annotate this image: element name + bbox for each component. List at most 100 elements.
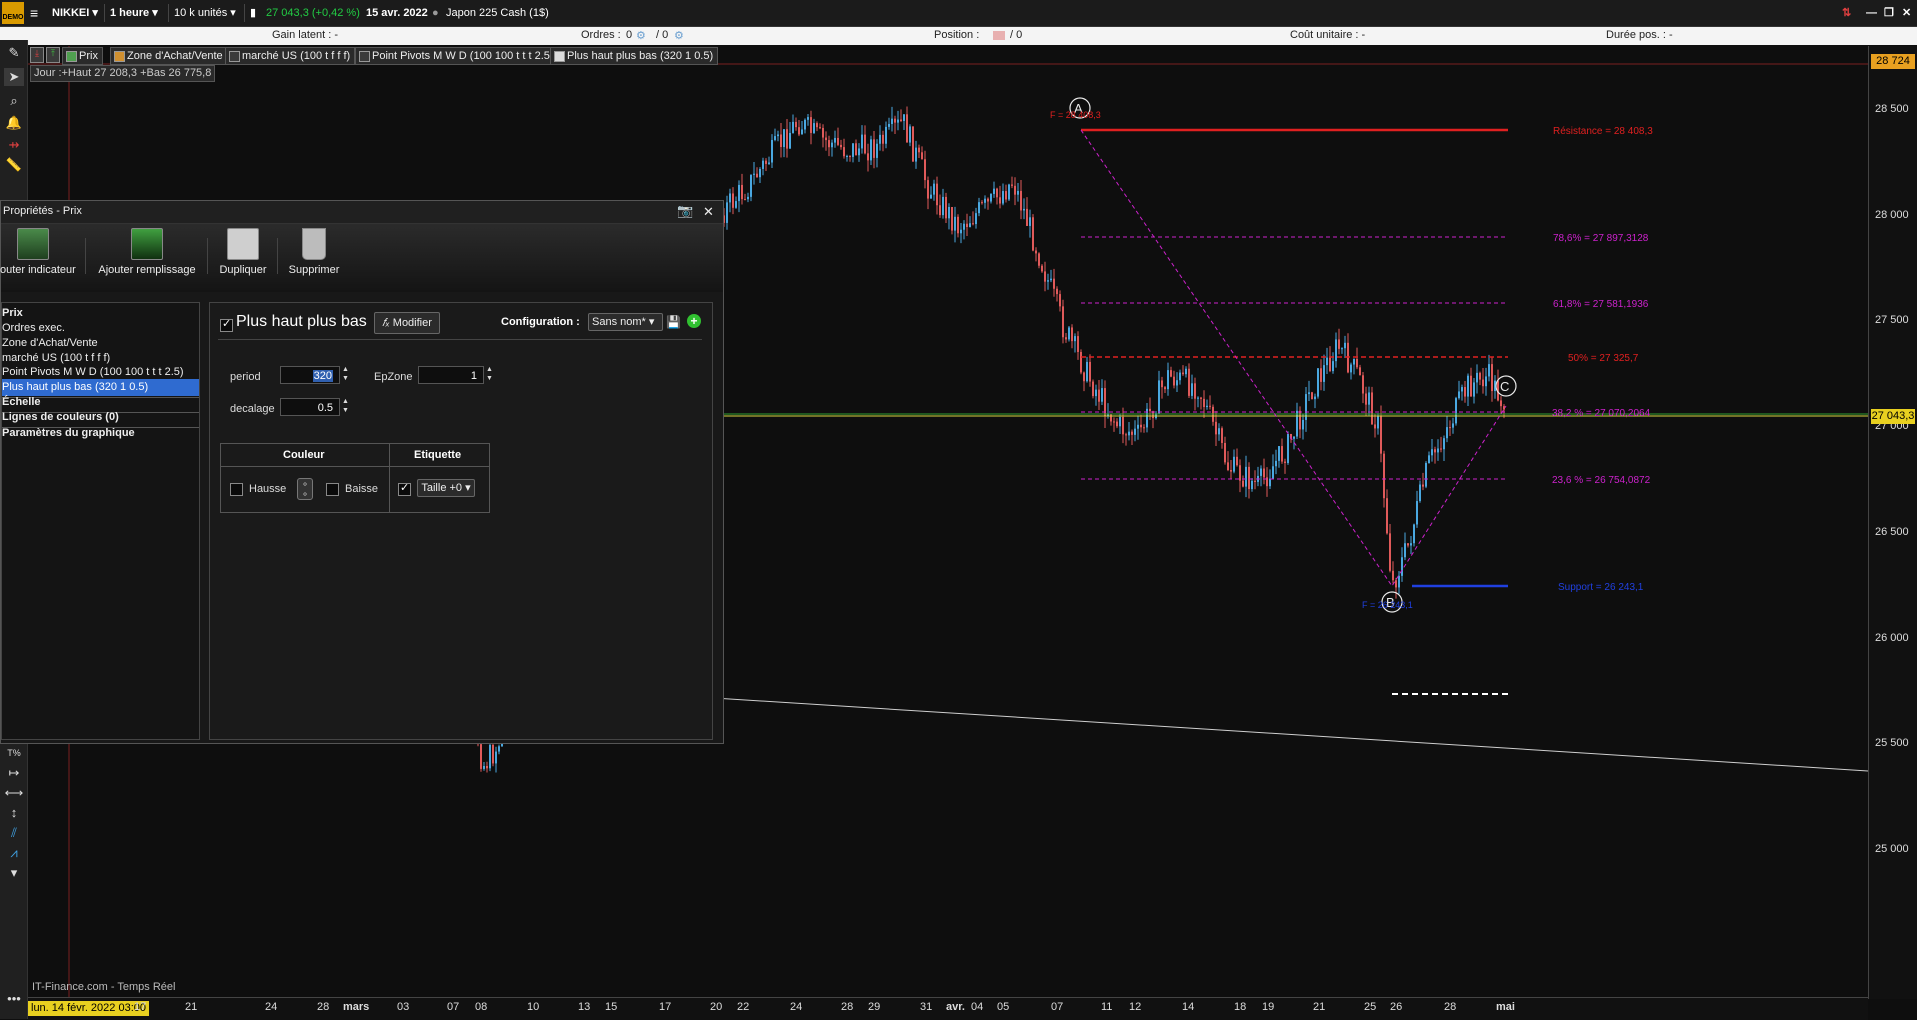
decalage-value: 0.5 <box>317 402 333 414</box>
symbol-selector[interactable]: NIKKEI ▾ <box>52 3 98 23</box>
percent-icon[interactable]: T% <box>4 744 24 762</box>
candle-body <box>999 197 1001 204</box>
label-size-dropdown[interactable]: Taille +0 ▾ <box>417 479 475 497</box>
date-axis[interactable]: lun. 14 févr. 2022 03:00 17 21 24 28 mars 03 0… <box>28 997 1868 1020</box>
vertical-line-icon[interactable]: ↕ <box>4 804 24 822</box>
candle-body <box>1029 217 1031 226</box>
candle-body <box>960 229 962 234</box>
tab-prix[interactable]: Prix <box>62 47 103 65</box>
indicator-enabled-checkbox[interactable] <box>220 317 233 332</box>
candle-body <box>1137 424 1139 429</box>
candle-body <box>1179 372 1181 381</box>
units-label: 10 k unités <box>174 7 228 19</box>
baisse-color-swatch[interactable] <box>326 483 339 496</box>
date-tick: 03 <box>397 1001 410 1013</box>
trend-tool-icon[interactable]: ⇸ <box>4 136 24 154</box>
top-toolbar: DEMO ≡ NIKKEI ▾ 1 heure ▾ 10 k unités ▾ … <box>0 0 1917 27</box>
menu-icon[interactable]: ≡ <box>30 3 38 23</box>
pencil-icon[interactable]: ✎ <box>4 44 24 62</box>
swap-colors-icon[interactable]: ⚬ ⚬ <box>297 478 313 500</box>
candle-body <box>792 121 794 133</box>
expand-icon[interactable]: ▾ <box>4 864 24 882</box>
period-input[interactable]: 320 <box>280 366 340 384</box>
ruler-icon[interactable]: 📏 <box>4 156 24 174</box>
top-price-badge: 28 724 <box>1871 54 1915 69</box>
instrument-name: Japon 225 Cash (1$) <box>446 7 549 19</box>
alert-bell-icon[interactable]: 🔔 <box>4 114 24 132</box>
config-dropdown[interactable]: Sans nom* ▾ <box>588 313 663 331</box>
sync-icon[interactable]: ⇅ <box>1842 3 1851 23</box>
candle-body <box>774 136 776 141</box>
zoom-icon[interactable]: ⌕ <box>4 92 24 110</box>
candle-body <box>987 198 989 202</box>
candle-body <box>1143 427 1145 429</box>
camera-icon[interactable]: 📷 <box>677 203 693 219</box>
tab-point-pivots[interactable]: Point Pivots M W D (100 100 t t t 2.5) <box>355 47 559 65</box>
fib-382-label: 38,2 % = 27 070,2064 <box>1552 408 1651 419</box>
candle-body <box>825 137 827 141</box>
tab-plus-haut-plus-bas[interactable]: Plus haut plus bas (320 1 0.5) <box>550 47 719 65</box>
timeframe-selector[interactable]: 1 heure ▾ <box>110 3 158 23</box>
trend-lines-icon[interactable]: ⫽ <box>4 824 24 842</box>
add-indicator-button[interactable]: Ajouter indicateur <box>0 228 79 276</box>
add-config-icon[interactable]: + <box>687 314 701 328</box>
candle-body <box>1338 339 1340 349</box>
remove-indicator-icon[interactable]: ⤓ <box>30 47 44 63</box>
more-icon[interactable]: ••• <box>4 990 24 1008</box>
candle-body <box>1311 392 1313 400</box>
candle-body <box>1353 358 1355 365</box>
candle-body <box>1380 416 1382 454</box>
modify-button[interactable]: 𝑓ₓ Modifier <box>374 312 440 334</box>
measure-icon[interactable]: ↦ <box>4 764 24 782</box>
candle-body <box>1050 278 1052 281</box>
close-window-icon[interactable]: ✕ <box>1902 3 1911 23</box>
point-a-value: F = 28 408,3 <box>1050 110 1101 120</box>
decalage-stepper[interactable]: ▲ ▼ <box>342 397 349 415</box>
date-tick: 14 <box>1182 1001 1195 1013</box>
price-axis[interactable]: 28 724 28 500 28 000 27 500 27 000 26 50… <box>1868 46 1917 999</box>
save-config-icon[interactable]: 💾 <box>666 315 681 329</box>
decalage-input[interactable]: 0.5 <box>280 398 340 416</box>
label-checkbox[interactable] <box>398 481 411 496</box>
minimize-icon[interactable]: — <box>1866 3 1877 23</box>
candle-body <box>1263 468 1265 478</box>
info-icon[interactable]: ▮ <box>250 3 256 23</box>
toolbar-divider <box>207 238 208 274</box>
candle-body <box>1356 358 1358 368</box>
candle-body <box>1098 389 1100 402</box>
tab-marche-us[interactable]: marché US (100 t f f f) <box>225 47 356 65</box>
add-indicator-icon[interactable]: ⤒ <box>46 47 60 63</box>
epzone-stepper[interactable]: ▲ ▼ <box>486 365 493 383</box>
cursor-icon[interactable]: ➤ <box>4 68 24 86</box>
period-stepper[interactable]: ▲ ▼ <box>342 365 349 383</box>
hausse-color-swatch[interactable] <box>230 483 243 496</box>
indicator-list-item[interactable]: Paramètres du graphique <box>2 425 199 442</box>
restore-icon[interactable]: ❐ <box>1884 3 1894 23</box>
candle-body <box>756 173 758 178</box>
close-dialog-button[interactable]: ✕ <box>703 204 714 220</box>
add-fill-button[interactable]: Ajouter remplissage <box>95 228 199 276</box>
candle-body <box>1011 184 1013 186</box>
candle-body <box>1368 392 1370 405</box>
candle-body <box>1191 383 1193 396</box>
panel-divider <box>218 339 702 340</box>
duplicate-button[interactable]: Dupliquer <box>215 228 271 276</box>
orders-icon[interactable]: ⚙ <box>636 29 646 42</box>
candle-body <box>918 147 920 153</box>
day-high-low-info: Jour :+Haut 27 208,3 +Bas 26 775,8 <box>30 65 216 82</box>
candle-body <box>798 127 800 135</box>
candle-body <box>1461 387 1463 392</box>
epzone-input[interactable]: 1 <box>418 366 484 384</box>
horizontal-line-icon[interactable]: ⟷ <box>4 784 24 802</box>
indicator-list-item[interactable]: Lignes de couleurs (0) <box>2 409 199 426</box>
orders-pending-icon[interactable]: ⚙ <box>674 29 684 42</box>
multi-line-icon[interactable]: ⩘ <box>4 844 24 862</box>
candle-body <box>1122 416 1124 435</box>
delete-button[interactable]: Supprimer <box>283 228 345 276</box>
units-selector[interactable]: 10 k unités ▾ <box>174 3 236 23</box>
candle-body <box>993 188 995 194</box>
candle-body <box>1215 421 1217 435</box>
candle-body <box>753 173 755 175</box>
tab-zone-achat-vente[interactable]: Zone d'Achat/Vente <box>110 47 228 65</box>
date-tick: 18 <box>1234 1001 1247 1013</box>
